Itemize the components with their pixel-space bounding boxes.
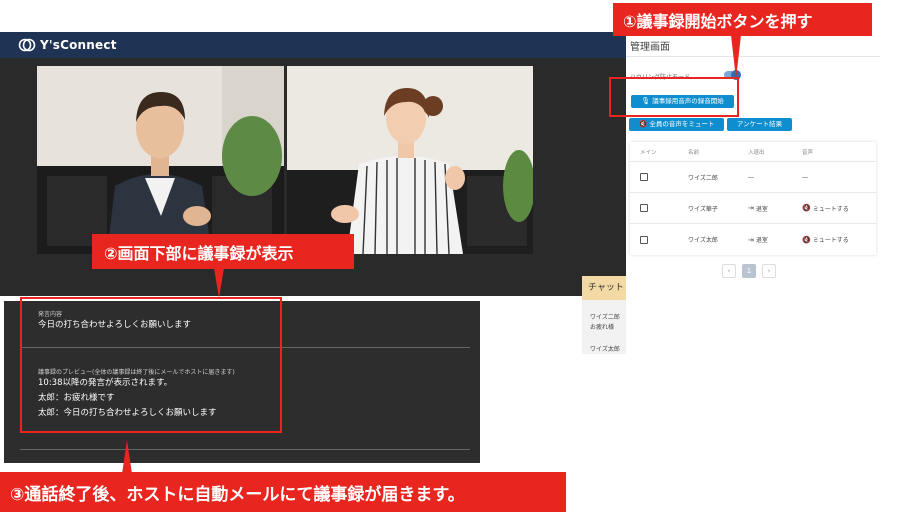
table-row: ワイズ華子 ⇥ 退室 🔇 ミュートする [630, 193, 876, 224]
step2-callout: ②画面下部に議事録が表示 [92, 234, 354, 269]
admin-title: 管理画面 [630, 42, 670, 53]
logo: Y'sConnect [18, 36, 117, 54]
mute-icon: 🔇 [638, 121, 648, 128]
next-page-button[interactable]: › [762, 264, 776, 278]
survey-results-label: アンケート結果 [736, 121, 783, 128]
mute-all-label: 全員の音声をミュート [649, 121, 715, 128]
pagination: ‹ 1 › [722, 264, 776, 278]
callout-pointer [731, 35, 741, 79]
mute-member-label: ミュートする [812, 237, 849, 244]
participant-woman-image [287, 66, 533, 254]
mute-member-button[interactable]: 🔇 ミュートする [802, 224, 849, 255]
exit-icon: ⇥ [748, 204, 754, 212]
chat-line: お疲れ様 [590, 324, 615, 331]
table-row: ワイズ二郎 ― ― [630, 162, 876, 193]
kick-label: 退室 [755, 205, 768, 213]
logo-text: Y'sConnect [40, 38, 117, 52]
page-1-button[interactable]: 1 [742, 264, 756, 278]
admin-divider [626, 56, 880, 57]
survey-results-button[interactable]: アンケート結果 [727, 118, 792, 131]
step3-callout: ③通話終了後、ホストに自動メールにて議事録が届きます。 [0, 472, 566, 512]
chat-title: チャット [582, 276, 626, 300]
mute-icon: 🔇 [802, 204, 811, 212]
chat-line: ワイズ二郎 [590, 314, 620, 321]
mute-member-button[interactable]: 🔇 ミュートする [802, 193, 849, 223]
mute-icon: 🔇 [802, 235, 811, 244]
chat-panel: チャット ワイズ二郎 お疲れ様 ワイズ太郎 [582, 276, 626, 354]
transcript-divider [20, 449, 470, 450]
column-header-audio: 音声 [802, 149, 814, 156]
prev-page-button[interactable]: ‹ [722, 264, 736, 278]
highlight-record-button [609, 77, 739, 117]
callout-pointer [122, 440, 132, 474]
mute-member-label: ミュートする [812, 205, 849, 213]
column-header-entry: 入退出 [748, 149, 765, 156]
column-header-name: 名前 [688, 149, 700, 156]
logo-icon [18, 36, 36, 54]
main-checkbox[interactable] [640, 173, 648, 181]
member-name: ワイズ華子 [688, 205, 718, 213]
step1-callout: ①議事録開始ボタンを押す [613, 3, 872, 36]
member-name: ワイズ太郎 [688, 237, 718, 244]
mute-all-button[interactable]: 🔇 全員の音声をミュート [629, 118, 724, 131]
kick-label: 退室 [755, 237, 768, 244]
member-table: メイン 名前 入退出 音声 ワイズ二郎 ― ― ワイズ華子 ⇥ 退室 🔇 ミュートす… [630, 142, 876, 255]
participant-man-image [37, 66, 284, 254]
callout-pointer [214, 268, 224, 298]
exit-icon: ⇥ [748, 235, 754, 244]
video-tile-right [287, 66, 533, 254]
column-header-main: メイン [640, 149, 657, 156]
chat-line: ワイズ太郎 [590, 346, 620, 353]
kick-button[interactable]: ⇥ 退室 [748, 193, 768, 223]
main-checkbox[interactable] [640, 204, 648, 212]
kick-button[interactable]: ⇥ 退室 [748, 224, 768, 255]
table-row: ワイズ太郎 ⇥ 退室 🔇 ミュートする [630, 224, 876, 255]
member-audio: ― [802, 173, 808, 181]
member-name: ワイズ二郎 [688, 174, 718, 182]
highlight-transcript [20, 297, 282, 433]
member-entry: ― [748, 173, 754, 181]
video-tile-left [37, 66, 284, 254]
main-checkbox[interactable] [640, 235, 648, 244]
table-header-row: メイン 名前 入退出 音声 [630, 142, 876, 162]
admin-panel: 管理画面 ハウリング防止モード 🎙 議事録用音声の録音開始 🔇 全員の音声をミュート… [626, 32, 880, 294]
